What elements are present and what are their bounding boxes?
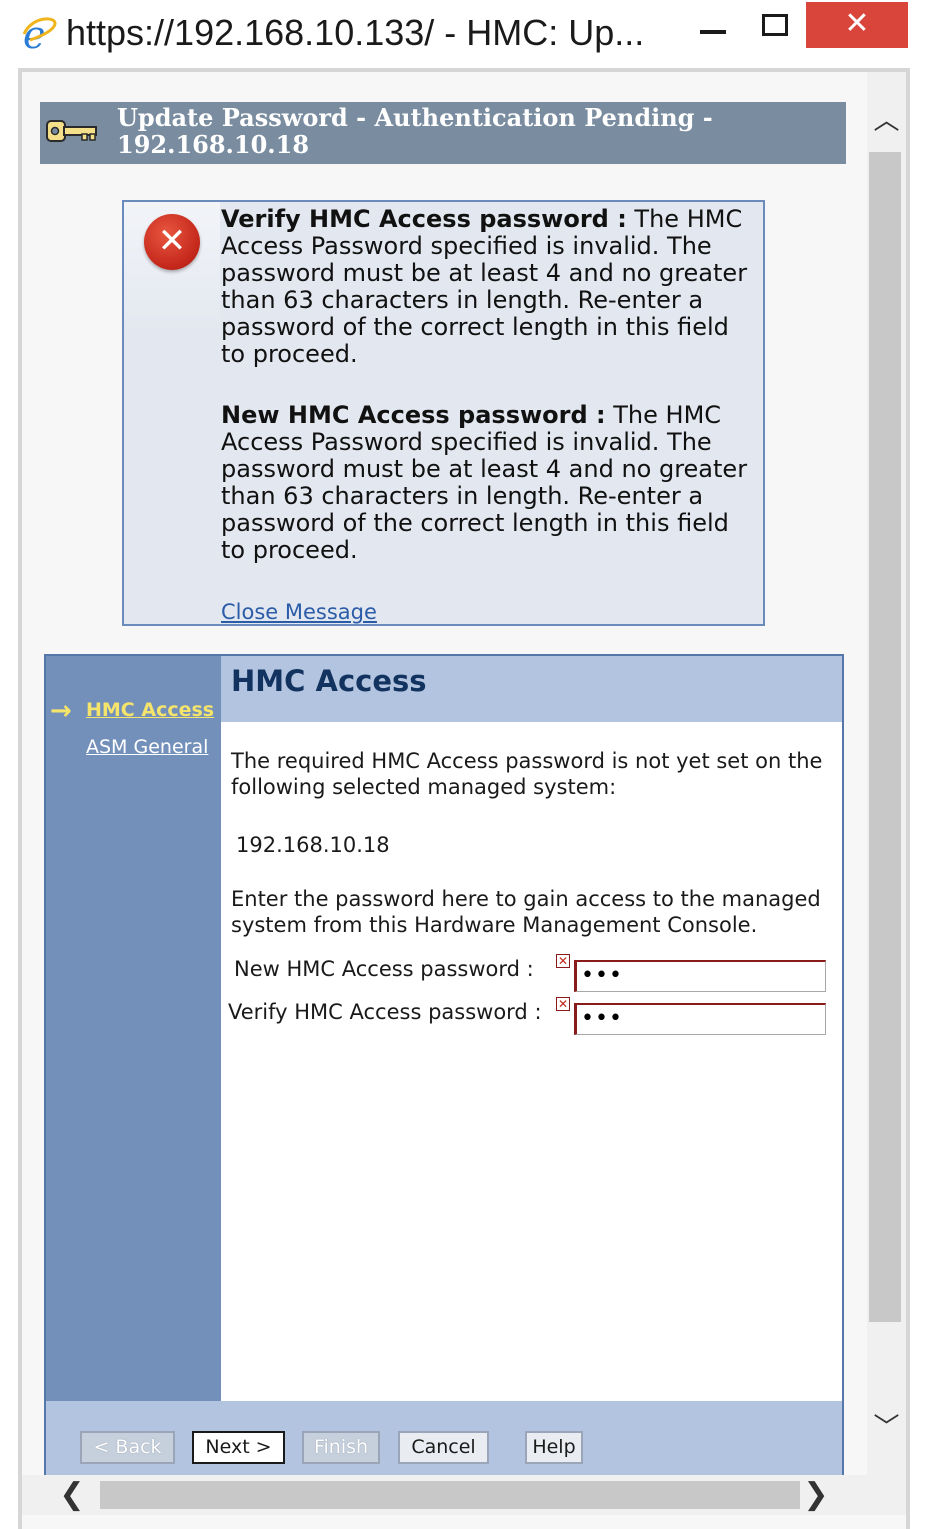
window-titlebar: e https://192.168.10.133/ - HMC: Up... ✕ xyxy=(0,0,927,70)
maximize-button[interactable] xyxy=(762,14,788,36)
intro-text: The required HMC Access password is not … xyxy=(231,749,823,799)
required-error-icon: ✕ xyxy=(556,997,570,1011)
close-message-link[interactable]: Close Message xyxy=(221,600,377,624)
vertical-scrollbar[interactable]: ︿ ﹀ xyxy=(867,72,906,1475)
nav-item-hmc-access[interactable]: HMC Access xyxy=(86,699,214,721)
scroll-up-icon[interactable]: ︿ xyxy=(867,100,906,140)
managed-system-ip: 192.168.10.18 xyxy=(236,833,390,857)
new-password-label: New HMC Access password : xyxy=(234,957,534,981)
error-field-label: Verify HMC Access password : xyxy=(221,205,627,233)
wizard-header: HMC Access xyxy=(221,656,842,722)
instruction-text: Enter the password here to gain access t… xyxy=(231,887,821,937)
next-button[interactable]: Next > xyxy=(192,1431,285,1464)
dialog-content: Update Password - Authentication Pending… xyxy=(22,72,867,1475)
close-window-button[interactable]: ✕ xyxy=(806,2,908,48)
wizard-panel: → HMC Access ASM General HMC Access The … xyxy=(44,654,844,1475)
nav-item-asm-general[interactable]: ASM General xyxy=(86,736,208,758)
cancel-button[interactable]: Cancel xyxy=(398,1431,489,1464)
key-icon xyxy=(46,120,97,142)
page-title: Update Password - Authentication Pending… xyxy=(117,103,713,159)
section-title: HMC Access xyxy=(231,664,427,698)
wizard-body: The required HMC Access password is not … xyxy=(221,722,842,1401)
minimize-button[interactable] xyxy=(700,30,726,34)
horizontal-scroll-thumb[interactable] xyxy=(100,1481,800,1509)
verify-password-field[interactable]: ••• xyxy=(574,1003,826,1035)
scroll-right-icon[interactable]: ❯ xyxy=(796,1477,836,1512)
finish-button[interactable]: Finish xyxy=(302,1431,380,1464)
wizard-nav: → HMC Access ASM General xyxy=(46,656,221,1401)
scroll-left-icon[interactable]: ❮ xyxy=(52,1477,92,1512)
error-icon: ✕ xyxy=(144,214,200,270)
internet-explorer-icon: e xyxy=(22,14,57,54)
back-button[interactable]: < Back xyxy=(80,1431,175,1464)
wizard-footer: < Back Next > Finish Cancel Help xyxy=(46,1401,842,1475)
close-icon: ✕ xyxy=(844,6,870,41)
verify-password-label: Verify HMC Access password : xyxy=(228,1000,542,1024)
error-message-verify: Verify HMC Access password : The HMC Acc… xyxy=(221,206,751,368)
new-password-field[interactable]: ••• xyxy=(574,960,826,992)
required-error-icon: ✕ xyxy=(556,954,570,968)
scroll-down-icon[interactable]: ﹀ xyxy=(867,1407,906,1447)
window-title: https://192.168.10.133/ - HMC: Up... xyxy=(66,12,645,53)
vertical-scroll-thumb[interactable] xyxy=(869,152,901,1322)
error-field-label: New HMC Access password : xyxy=(221,401,606,429)
error-message-new: New HMC Access password : The HMC Access… xyxy=(221,402,751,564)
error-message-box: ✕ Verify HMC Access password : The HMC A… xyxy=(122,200,765,626)
current-step-arrow-icon: → xyxy=(50,696,72,726)
help-button[interactable]: Help xyxy=(525,1431,583,1464)
horizontal-scrollbar[interactable]: ❮ ❯ xyxy=(22,1475,906,1515)
page-banner: Update Password - Authentication Pending… xyxy=(40,102,846,164)
